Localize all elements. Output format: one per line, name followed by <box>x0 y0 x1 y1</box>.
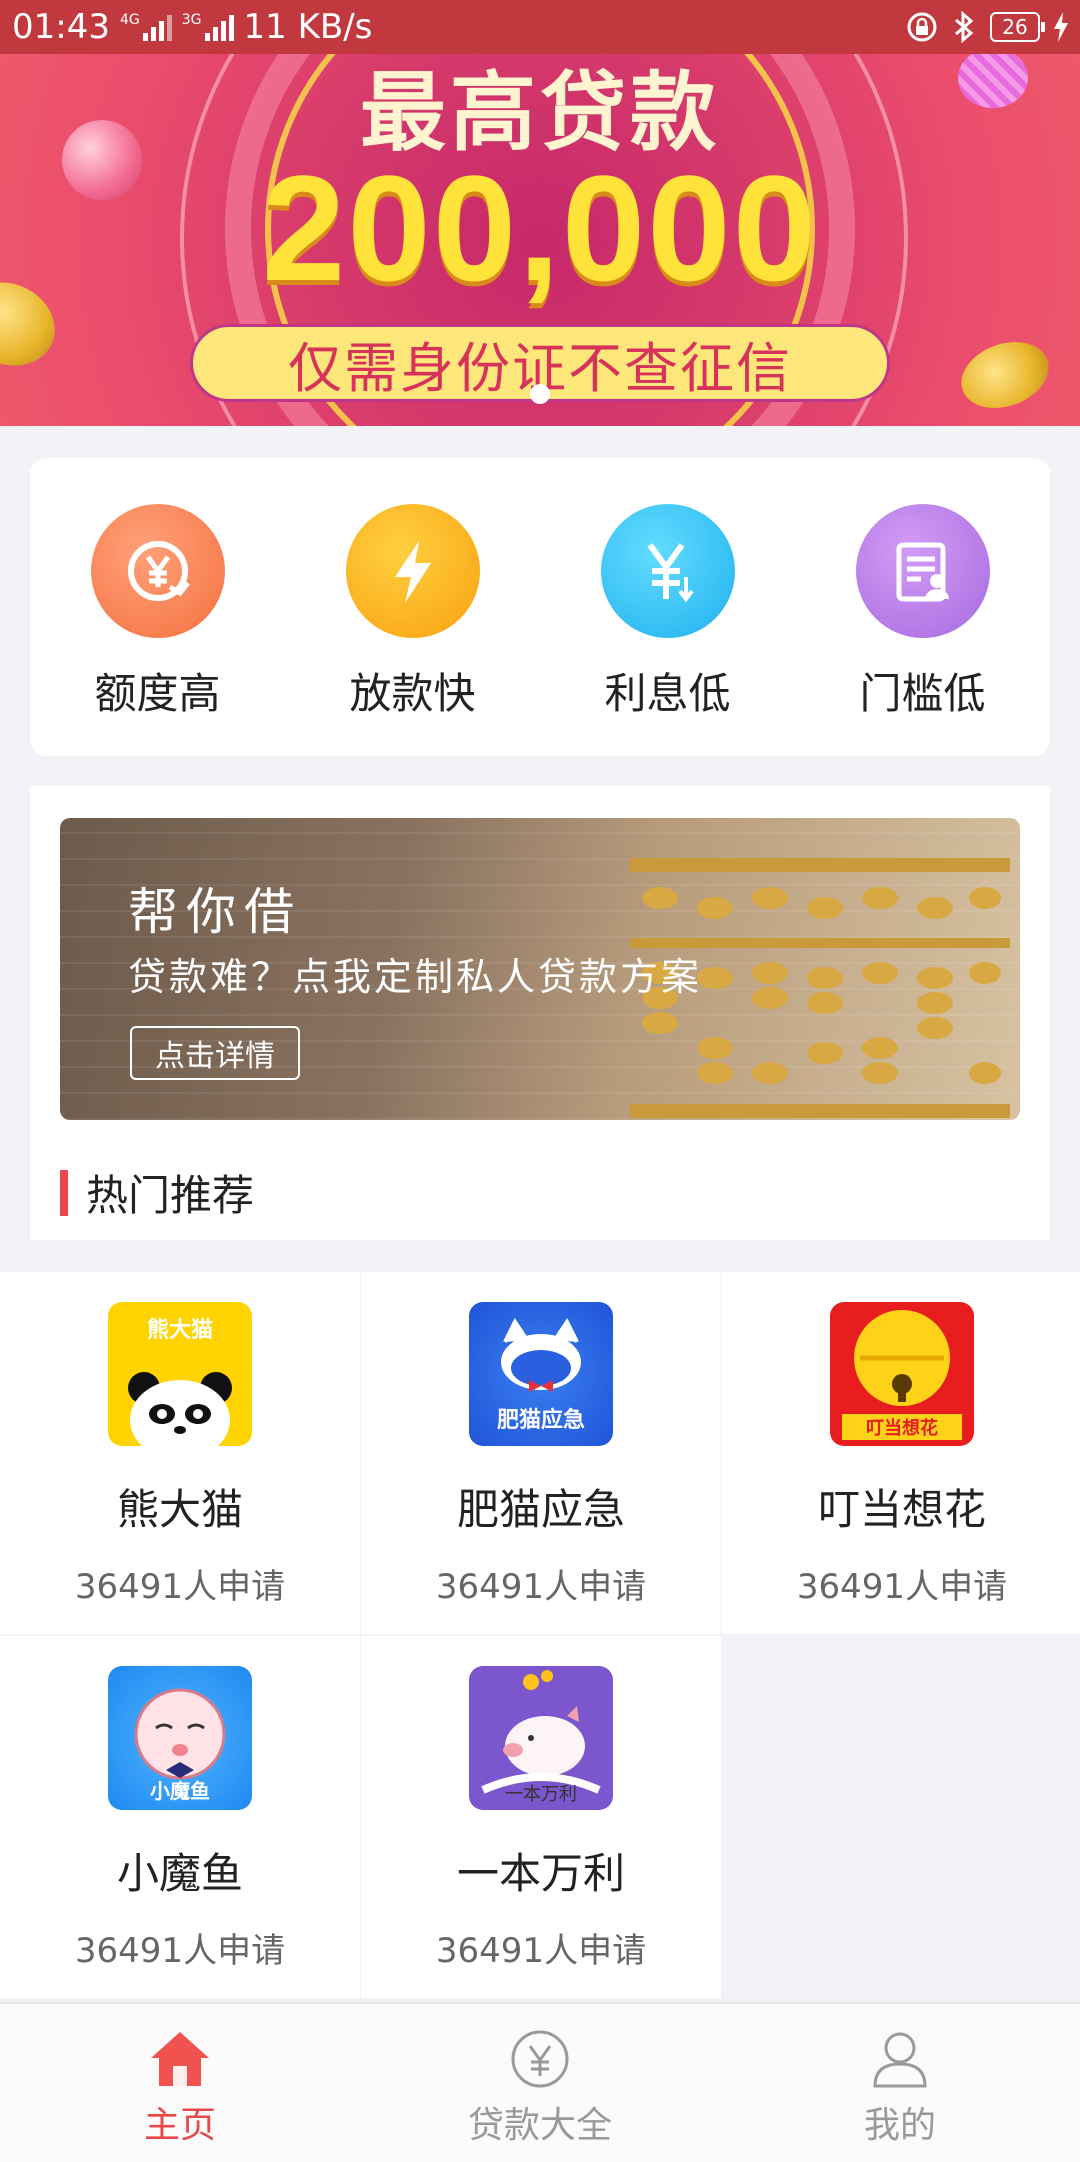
yen-refresh-icon <box>90 504 225 638</box>
charging-icon <box>1054 12 1068 42</box>
product-name: 小魔鱼 <box>116 1849 243 1898</box>
coin-decoration <box>952 330 1058 420</box>
product-card[interactable]: 肥猫应急 肥猫应急 36491人申请 <box>361 1272 721 1634</box>
tab-loans[interactable]: 贷款大全 <box>390 2004 690 2162</box>
help-borrow-banner[interactable]: 帮你借 贷款难？点我定制私人贷款方案 点击详情 <box>60 818 1020 1120</box>
product-card[interactable]: 一本万利 一本万利 36491人申请 <box>361 1636 721 1998</box>
product-card[interactable]: 熊大猫 熊大猫 36491人申请 <box>0 1272 360 1634</box>
product-applicants: 36491人申请 <box>796 1567 1008 1607</box>
bell-app-icon: 叮当想花 <box>830 1302 974 1446</box>
product-applicants: 36491人申请 <box>435 1567 647 1607</box>
bluetooth-icon <box>955 11 974 43</box>
feature-high-limit[interactable]: 额度高 <box>30 458 285 721</box>
document-user-icon <box>855 504 990 638</box>
tab-label: 我的 <box>863 2105 936 2146</box>
signal-3g-icon: 3G <box>182 13 234 41</box>
product-card[interactable]: 叮当想花 叮当想花 36491人申请 <box>722 1272 1080 1634</box>
pig-app-icon: 一本万利 <box>469 1666 613 1810</box>
feature-label: 利息低 <box>604 669 731 718</box>
promo-title: 帮你借 <box>128 883 302 941</box>
product-applicants: 36491人申请 <box>74 1931 286 1971</box>
feature-label: 门槛低 <box>859 669 986 718</box>
panda-app-icon: 熊大猫 <box>108 1302 252 1446</box>
section-header: 热门推荐 <box>60 1162 254 1223</box>
product-name: 叮当想花 <box>817 1485 986 1534</box>
tab-label: 主页 <box>143 2105 216 2146</box>
section-title: 热门推荐 <box>86 1171 255 1220</box>
recommend-section: 帮你借 贷款难？点我定制私人贷款方案 点击详情 热门推荐 <box>30 786 1050 1240</box>
user-icon <box>873 2032 927 2088</box>
feature-label: 额度高 <box>94 669 221 718</box>
signal-4g-icon: 4G <box>120 13 172 41</box>
features-card: 额度高 放款快 利息低 门槛低 <box>30 458 1050 756</box>
product-card[interactable]: 小魔鱼 小魔鱼 36491人申请 <box>0 1636 360 1998</box>
feature-low-interest[interactable]: 利息低 <box>540 458 795 721</box>
yen-circle-icon <box>511 2030 569 2088</box>
battery-icon: 26 <box>990 12 1045 42</box>
product-applicants: 36491人申请 <box>435 1931 647 1971</box>
feature-label: 放款快 <box>349 669 476 718</box>
pufferfish-app-icon: 小魔鱼 <box>108 1666 252 1810</box>
carousel-indicator[interactable] <box>530 384 550 404</box>
section-marker <box>60 1169 68 1216</box>
feature-fast-loan[interactable]: 放款快 <box>285 458 540 721</box>
home-icon <box>151 2032 209 2086</box>
details-button[interactable]: 点击详情 <box>130 1026 300 1080</box>
fat-cat-app-icon: 肥猫应急 <box>469 1302 613 1446</box>
lightning-icon <box>345 504 480 638</box>
promo-subtitle: 贷款难？点我定制私人贷款方案 <box>128 955 703 999</box>
product-name: 熊大猫 <box>116 1485 243 1534</box>
bottom-navigation: 主页 贷款大全 我的 <box>0 2002 1080 2162</box>
promo-banner[interactable]: 最高贷款 200,000 仅需身份证不查征信 <box>0 54 1080 426</box>
network-speed: 11 KB/s <box>243 7 373 47</box>
feature-low-threshold[interactable]: 门槛低 <box>795 458 1050 721</box>
tab-mine[interactable]: 我的 <box>750 2004 1050 2162</box>
product-name: 一本万利 <box>456 1849 625 1898</box>
status-time: 01:43 <box>12 7 110 47</box>
tab-label: 贷款大全 <box>467 2105 612 2146</box>
product-name: 肥猫应急 <box>456 1485 625 1534</box>
lock-rotation-icon <box>907 12 937 42</box>
product-applicants: 36491人申请 <box>74 1567 286 1607</box>
status-bar: 01:43 4G 3G 11 KB/s 26 <box>0 0 1080 54</box>
tab-home[interactable]: 主页 <box>30 2004 330 2162</box>
banner-amount: 200,000 <box>261 144 819 312</box>
yen-down-icon <box>600 504 735 638</box>
